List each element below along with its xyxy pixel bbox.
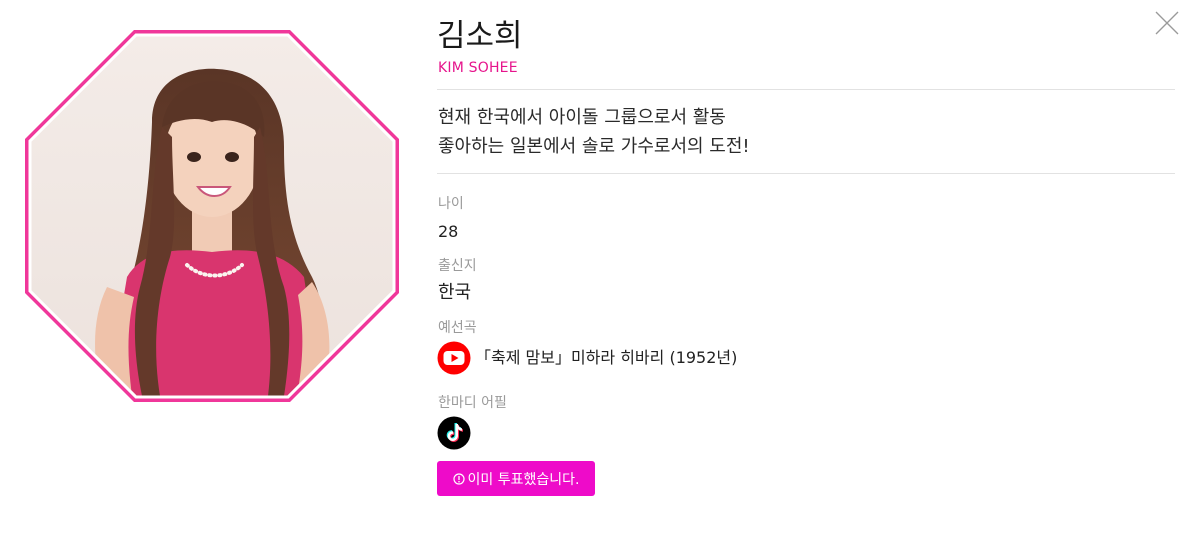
origin-value: 한국 [438, 282, 472, 303]
already-voted-button[interactable]: 이미 투표했습니다. [437, 461, 595, 496]
profile-name-english: KIM SOHEE [438, 60, 518, 76]
divider [437, 89, 1175, 90]
already-voted-label: 이미 투표했습니다. [467, 471, 580, 488]
info-circle-icon [452, 472, 465, 485]
divider [437, 173, 1175, 174]
song-label: 예선곡 [438, 320, 477, 336]
youtube-icon[interactable] [437, 341, 471, 375]
profile-photo [22, 27, 402, 405]
appeal-label: 한마디 어필 [438, 395, 507, 411]
tiktok-icon[interactable] [437, 416, 471, 450]
close-button[interactable] [1154, 10, 1180, 36]
intro-line-2: 좋아하는 일본에서 솔로 가수로서의 도전! [438, 136, 750, 157]
age-label: 나이 [438, 196, 464, 212]
song-row: 「축제 맘보」미하라 히바리 (1952년) [437, 340, 737, 376]
close-icon [1155, 11, 1179, 35]
profile-intro: 현재 한국에서 아이돌 그룹으로서 활동 좋아하는 일본에서 솔로 가수로서의 … [438, 103, 750, 161]
song-title: 「축제 맘보」미하라 히바리 (1952년) [475, 348, 738, 367]
profile-name: 김소희 [437, 18, 523, 54]
intro-line-1: 현재 한국에서 아이돌 그룹으로서 활동 [438, 107, 726, 128]
profile-photo-frame [25, 30, 399, 402]
origin-label: 출신지 [438, 258, 477, 274]
age-value: 28 [438, 222, 459, 241]
